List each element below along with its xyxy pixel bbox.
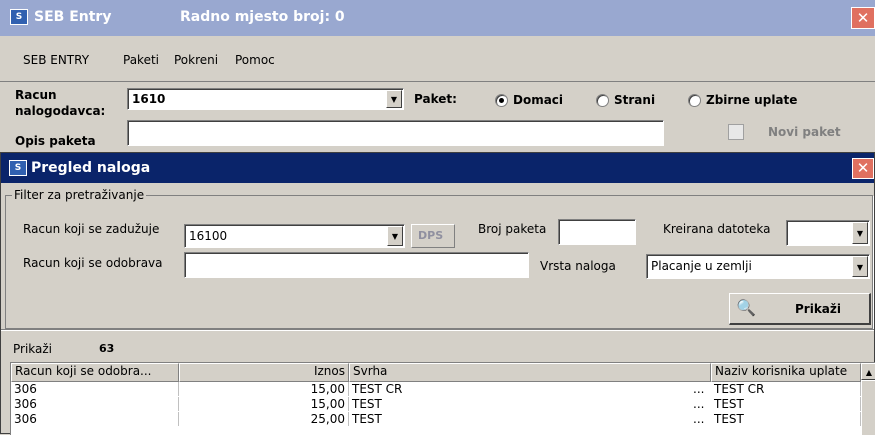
- binoculars-icon: 🔍: [736, 298, 756, 317]
- broj-paketa-label: Broj paketa: [478, 222, 547, 236]
- column-header-racun[interactable]: Racun koji se odobra...: [11, 363, 179, 382]
- opis-paketa-input[interactable]: [127, 120, 664, 146]
- vrsta-naloga-label: Vrsta naloga: [540, 259, 616, 273]
- radio-strani-label: Strani: [614, 93, 656, 107]
- cell-racun: 306: [11, 412, 179, 426]
- cell-naziv: TEST: [711, 397, 861, 411]
- racun-nalogodavca-label-2: nalogodavca:: [15, 104, 106, 118]
- main-window-title: SEB Entry: [34, 9, 112, 25]
- cell-naziv: TEST: [711, 412, 861, 426]
- kreirana-datoteka-dropdown[interactable]: ▼: [786, 220, 870, 246]
- novi-paket-label: Novi paket: [768, 125, 841, 139]
- chevron-down-icon[interactable]: ▼: [386, 90, 402, 108]
- scrollbar-thumb[interactable]: [861, 380, 875, 435]
- app-icon: S: [10, 9, 28, 25]
- radio-domaci[interactable]: [495, 94, 508, 107]
- vertical-scrollbar[interactable]: ▲: [861, 363, 875, 435]
- cell-iznos: 15,00: [179, 397, 349, 411]
- dialog-title: Pregled naloga: [31, 160, 151, 176]
- table-row[interactable]: 306 25,00 TEST ... TEST: [11, 412, 861, 427]
- cell-more[interactable]: ...: [693, 412, 711, 426]
- prikazi-label: Prikaži: [795, 302, 842, 316]
- racun-nalogodavca-label-1: Racun: [15, 88, 57, 102]
- radio-domaci-label: Domaci: [513, 93, 564, 107]
- vrsta-naloga-dropdown[interactable]: Placanje u zemlji ▼: [646, 254, 870, 279]
- cell-iznos: 15,00: [179, 382, 349, 396]
- cell-svrha: TEST: [352, 397, 382, 411]
- radio-zbirne-uplate[interactable]: [688, 94, 701, 107]
- column-header-iznos[interactable]: Iznos: [179, 363, 349, 382]
- chevron-down-icon[interactable]: ▼: [387, 226, 403, 246]
- cell-racun: 306: [11, 397, 179, 411]
- odobrava-input[interactable]: [184, 252, 529, 278]
- filter-legend: Filter za pretraživanje: [12, 188, 147, 202]
- cell-svrha: TEST: [352, 412, 382, 426]
- cell-more[interactable]: ...: [693, 397, 711, 411]
- paket-label: Paket:: [414, 92, 457, 106]
- table-row[interactable]: 306 15,00 TEST ... TEST: [11, 397, 861, 412]
- cell-iznos: 25,00: [179, 412, 349, 426]
- racun-nalogodavca-value: 1610: [132, 92, 166, 106]
- dialog-titlebar[interactable]: S Pregled naloga ✕: [1, 153, 874, 183]
- zaduzuje-label: Racun koji se zadužuje: [23, 222, 160, 236]
- main-close-button[interactable]: ✕: [851, 7, 875, 29]
- menu-item-pomoc[interactable]: Pomoc: [235, 53, 275, 67]
- opis-paketa-label: Opis paketa: [15, 134, 96, 148]
- main-window-subtitle: Radno mjesto broj: 0: [180, 9, 345, 25]
- pregled-naloga-dialog: S Pregled naloga ✕ Filter za pretraživan…: [0, 152, 875, 435]
- menu-bar: SEB ENTRY Paketi Pokreni Pomoc: [0, 36, 875, 82]
- chevron-down-icon[interactable]: ▼: [852, 256, 868, 277]
- vrsta-naloga-value: Placanje u zemlji: [651, 259, 752, 273]
- racun-nalogodavca-dropdown[interactable]: 1610 ▼: [127, 88, 404, 110]
- novi-paket-button[interactable]: Novi paket: [722, 119, 852, 147]
- zaduzuje-value: 16100: [189, 229, 228, 243]
- radio-strani[interactable]: [596, 94, 609, 107]
- prikazi-button[interactable]: 🔍 Prikaži: [729, 293, 871, 325]
- cell-naziv: TEST CR: [711, 382, 861, 396]
- prikazi-count-value: 63: [99, 342, 115, 355]
- menu-item-paketi[interactable]: Paketi: [123, 53, 159, 67]
- cell-racun: 306: [11, 382, 179, 396]
- kreirana-datoteka-label: Kreirana datoteka: [663, 222, 771, 236]
- results-table[interactable]: Racun koji se odobra... Iznos Svrha Nazi…: [10, 362, 875, 435]
- cell-svrha: TEST CR: [352, 382, 403, 396]
- table-row[interactable]: 306 15,00 TEST CR ... TEST CR: [11, 382, 861, 397]
- menu-item-seb-entry[interactable]: SEB ENTRY: [23, 53, 89, 67]
- dps-button[interactable]: DPS: [411, 224, 455, 248]
- column-header-naziv[interactable]: Naziv korisnika uplate: [711, 363, 861, 382]
- cell-more[interactable]: ...: [693, 382, 711, 396]
- package-icon: [728, 124, 744, 140]
- dialog-app-icon: S: [9, 160, 27, 176]
- separator: [1, 329, 874, 331]
- prikazi-count-label: Prikaži: [13, 342, 53, 356]
- menu-item-pokreni[interactable]: Pokreni: [174, 53, 218, 67]
- broj-paketa-input[interactable]: [558, 219, 636, 245]
- main-titlebar[interactable]: S SEB Entry Radno mjesto broj: 0 ✕: [0, 0, 875, 36]
- column-header-svrha[interactable]: Svrha: [349, 363, 711, 382]
- zaduzuje-dropdown[interactable]: 16100 ▼: [184, 224, 405, 248]
- dialog-close-button[interactable]: ✕: [852, 158, 874, 179]
- dps-label: DPS: [418, 229, 444, 242]
- radio-zbirne-uplate-label: Zbirne uplate: [706, 93, 798, 107]
- odobrava-label: Racun koji se odobrava: [23, 256, 163, 270]
- chevron-down-icon[interactable]: ▼: [852, 222, 868, 244]
- chevron-up-icon[interactable]: ▲: [861, 363, 875, 380]
